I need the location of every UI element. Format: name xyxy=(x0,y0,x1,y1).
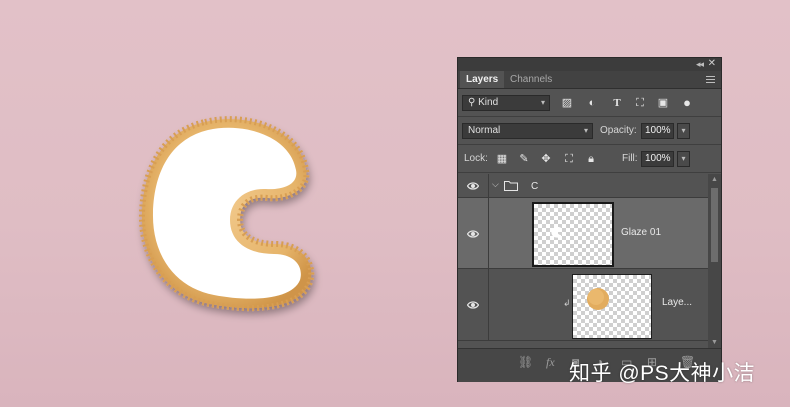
panel-tabs: Layers Channels xyxy=(458,71,721,89)
panel-menu-icon[interactable] xyxy=(706,76,715,83)
collapse-panel-icon[interactable]: ◂◂ xyxy=(696,59,704,70)
tab-channels[interactable]: Channels xyxy=(504,71,558,88)
chevron-down-icon: ▾ xyxy=(540,98,545,107)
filter-adjustment-layers-icon[interactable]: ◐ xyxy=(585,96,599,110)
chevron-down-icon: ▾ xyxy=(583,126,588,135)
visibility-cell[interactable] xyxy=(458,269,489,340)
blend-row: Normal ▾ Opacity: 100% ▾ xyxy=(458,118,721,145)
visibility-cell[interactable] xyxy=(458,198,489,268)
scroll-down-icon[interactable]: ▼ xyxy=(711,339,718,346)
layer-thumbnail xyxy=(532,202,614,267)
layer-style-fx-icon[interactable]: fx xyxy=(546,355,555,370)
layer-name: Glaze 01 xyxy=(621,227,662,238)
opacity-field[interactable]: 100% xyxy=(641,123,674,139)
layers-list: ⌵ C Glaze 01 ↲ Laye... xyxy=(458,174,708,348)
search-icon: ⚲ xyxy=(468,97,476,108)
fill-dropdown-button[interactable]: ▾ xyxy=(677,151,690,167)
lock-all-icon[interactable]: 🔒︎ xyxy=(584,152,598,166)
lock-transparent-pixels-icon[interactable]: ▦ xyxy=(495,152,509,166)
layers-panel: ◂◂ ✕ Layers Channels ⚲ Kind ▾ ▨ ◐ T ⛶ ▣ … xyxy=(457,57,722,382)
filter-kind-dropdown[interactable]: ⚲ Kind ▾ xyxy=(462,95,550,111)
glaze-thumbnail-shape xyxy=(551,226,562,238)
fill-field[interactable]: 100% xyxy=(641,151,674,167)
fill-label: Fill: xyxy=(622,153,638,164)
clipping-mask-arrow-icon: ↲ xyxy=(563,298,571,308)
opacity-label: Opacity: xyxy=(600,125,637,136)
eye-icon[interactable] xyxy=(467,228,479,240)
layer-thumbnail xyxy=(572,274,652,339)
lock-image-pixels-icon[interactable]: ✎ xyxy=(517,152,531,166)
visibility-cell[interactable] xyxy=(458,174,489,197)
lock-position-icon[interactable]: ✥ xyxy=(539,152,553,166)
filter-shape-layers-icon[interactable]: ⛶ xyxy=(633,96,647,110)
layer-row-group-c[interactable]: ⌵ C xyxy=(458,174,708,198)
layer-row-cookie[interactable]: ↲ Laye... xyxy=(458,269,708,341)
layer-row-glaze-01[interactable]: Glaze 01 xyxy=(458,198,708,269)
scrollbar-thumb[interactable] xyxy=(711,188,718,262)
filter-type-layers-icon[interactable]: T xyxy=(610,96,624,110)
scroll-up-icon[interactable]: ▲ xyxy=(711,176,718,183)
eye-icon[interactable] xyxy=(467,180,479,192)
layer-name: Laye... xyxy=(662,297,693,308)
layer-row-partial xyxy=(458,341,708,348)
filter-row: ⚲ Kind ▾ ▨ ◐ T ⛶ ▣ ● xyxy=(458,90,721,117)
eye-icon[interactable] xyxy=(467,299,479,311)
lock-label: Lock: xyxy=(464,153,488,164)
close-panel-icon[interactable]: ✕ xyxy=(708,58,716,69)
blend-mode-dropdown[interactable]: Normal ▾ xyxy=(462,123,593,139)
link-layers-icon[interactable]: ⛓ xyxy=(518,355,533,369)
filter-smart-objects-icon[interactable]: ▣ xyxy=(656,96,670,110)
folder-icon xyxy=(504,181,518,191)
filter-toggle-icon[interactable]: ● xyxy=(680,96,694,110)
cookie-letter-c xyxy=(138,116,315,311)
filter-kind-label: Kind xyxy=(478,97,499,108)
watermark-text: 知乎 @PS大神小洁 xyxy=(569,362,756,385)
lock-row: Lock: ▦ ✎ ✥ ⛶ 🔒︎ Fill: 100% ▾ xyxy=(458,146,721,173)
layers-scrollbar[interactable]: ▲ ▼ xyxy=(708,174,721,348)
tab-layers[interactable]: Layers xyxy=(460,71,505,88)
filter-pixel-layers-icon[interactable]: ▨ xyxy=(560,96,574,110)
cookie-thumbnail-shape xyxy=(587,288,609,310)
blend-mode-value: Normal xyxy=(468,125,501,136)
lock-artboard-icon[interactable]: ⛶ xyxy=(562,152,576,166)
layer-name: C xyxy=(531,181,539,192)
panel-title-bar: ◂◂ ✕ xyxy=(458,58,721,71)
opacity-dropdown-button[interactable]: ▾ xyxy=(677,123,690,139)
expand-group-chevron-icon[interactable]: ⌵ xyxy=(492,179,499,190)
